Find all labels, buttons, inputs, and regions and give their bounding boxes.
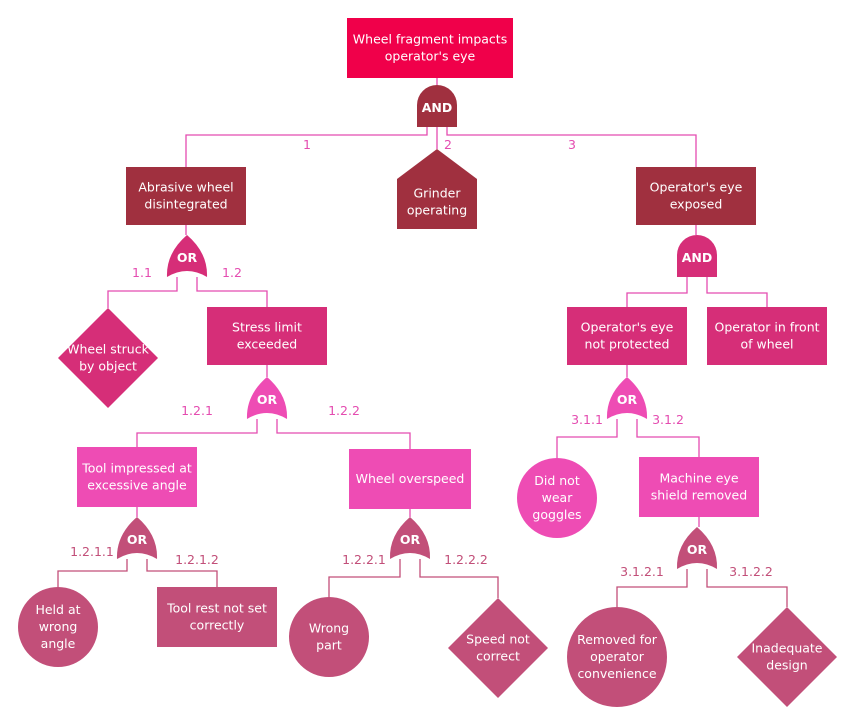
- node-label-line: Wheel struck: [67, 342, 149, 357]
- event-node-n12[interactable]: Stress limit exceeded: [207, 307, 327, 365]
- node-label-line: correctly: [190, 618, 245, 633]
- node-label-line: Speed not: [466, 632, 530, 647]
- edge-label-e1211: 1.2.1.1: [70, 544, 114, 559]
- fault-tree-diagram: Wheel fragment impacts operator's eye Abra…: [18, 18, 837, 707]
- gate-label: OR: [177, 250, 198, 265]
- and-gate-g3[interactable]: AND: [677, 235, 717, 277]
- event-node-n1211[interactable]: Held at wrong angle: [18, 587, 98, 667]
- node-label-line: shield removed: [651, 488, 747, 503]
- or-gate-g12[interactable]: OR: [246, 377, 288, 419]
- event-node-n1212[interactable]: Tool rest not set correctly: [157, 587, 277, 647]
- node-label-line: Stress limit: [232, 320, 302, 335]
- node-label-line: excessive angle: [87, 478, 187, 493]
- event-node-n1[interactable]: Abrasive wheel disintegrated: [126, 167, 246, 225]
- edge-label-e1212: 1.2.1.2: [175, 552, 219, 567]
- edge-label-e122: 1.2.2: [328, 403, 360, 418]
- node-label-line: angle: [41, 636, 76, 651]
- gate-label: OR: [127, 532, 148, 547]
- connector-line: [706, 277, 768, 307]
- node-label-line: Operator in front: [714, 320, 819, 335]
- edge-label-e312: 3.1.2: [652, 412, 684, 427]
- edge-label-e1: 1: [303, 137, 311, 152]
- edge-label-e121: 1.2.1: [181, 403, 213, 418]
- gate-label: OR: [617, 392, 638, 407]
- or-gate-g121[interactable]: OR: [116, 517, 158, 559]
- or-gate-g31[interactable]: OR: [606, 377, 648, 419]
- gate-label: AND: [682, 250, 713, 265]
- event-node-n122[interactable]: Wheel overspeed: [349, 449, 471, 509]
- node-label-line: Wheel overspeed: [356, 471, 465, 486]
- edge-label-e3: 3: [568, 137, 576, 152]
- node-label-line: not protected: [585, 337, 670, 352]
- edge-label-e311: 3.1.1: [571, 412, 603, 427]
- event-node-n32[interactable]: Operator in front of wheel: [707, 307, 827, 365]
- connector-line: [196, 277, 268, 307]
- event-node-n2[interactable]: Grinder operating: [397, 149, 477, 229]
- event-node-n1221[interactable]: Wrong part: [289, 597, 369, 677]
- node-label-line: Machine eye: [659, 471, 738, 486]
- edge-label-e2: 2: [444, 137, 452, 152]
- edge-label-e1222: 1.2.2.2: [444, 552, 488, 567]
- node-label-line: of wheel: [740, 337, 793, 352]
- event-node-n3122[interactable]: Inadequate design: [737, 607, 837, 707]
- node-label-line: Operator's eye: [581, 320, 674, 335]
- node-label-line: Tool rest not set: [166, 601, 267, 616]
- node-label-line: Removed for: [577, 632, 658, 647]
- connector-line: [626, 277, 688, 307]
- connector-line: [136, 419, 258, 447]
- and-gate-g_top[interactable]: AND: [417, 85, 457, 127]
- node-label-line: exposed: [670, 197, 723, 212]
- event-node-top[interactable]: Wheel fragment impacts operator's eye: [347, 18, 513, 78]
- event-node-n1222[interactable]: Speed not correct: [448, 598, 548, 698]
- node-label-line: correct: [476, 649, 520, 664]
- or-gate-g312[interactable]: OR: [676, 527, 718, 569]
- node-label-line: convenience: [577, 666, 656, 681]
- shapes: Wheel fragment impacts operator's eye Abra…: [18, 18, 837, 707]
- node-label-line: by object: [79, 359, 137, 374]
- event-node-n31[interactable]: Operator's eye not protected: [567, 307, 687, 365]
- node-label-line: part: [316, 638, 342, 653]
- gate-label: OR: [257, 392, 278, 407]
- edge-label-e3122: 3.1.2.2: [729, 564, 773, 579]
- node-label-line: Did not: [534, 473, 580, 488]
- event-node-n3121[interactable]: Removed for operator convenience: [567, 607, 667, 707]
- event-node-n311[interactable]: Did not wear goggles: [517, 458, 597, 538]
- node-label-line: Tool impressed at: [81, 461, 192, 476]
- edge-label-e3121: 3.1.2.1: [620, 564, 664, 579]
- gate-label: OR: [400, 532, 421, 547]
- gate-label: OR: [687, 542, 708, 557]
- event-node-n3[interactable]: Operator's eye exposed: [636, 167, 756, 225]
- node-label-line: Held at: [35, 602, 80, 617]
- node-label-line: goggles: [532, 507, 581, 522]
- node-label-line: operating: [407, 203, 467, 218]
- node-label-line: Inadequate: [751, 641, 822, 656]
- node-label-line: disintegrated: [144, 197, 227, 212]
- node-label-line: Abrasive wheel: [138, 180, 233, 195]
- event-node-n121[interactable]: Tool impressed at excessive angle: [77, 447, 197, 507]
- edge-label-e1221: 1.2.2.1: [342, 552, 386, 567]
- node-label-line: design: [766, 658, 807, 673]
- connector-line: [276, 419, 411, 449]
- connector-line: [57, 559, 128, 587]
- node-label-line: Wrong: [309, 621, 349, 636]
- node-label-line: wrong: [39, 619, 78, 634]
- gate-label: AND: [422, 100, 453, 115]
- event-node-n312[interactable]: Machine eye shield removed: [639, 457, 759, 517]
- edge-label-e12: 1.2: [222, 265, 242, 280]
- node-label-line: Operator's eye: [650, 180, 743, 195]
- node-label-line: Wheel fragment impacts: [353, 32, 507, 47]
- node-label-line: Grinder: [414, 186, 462, 201]
- or-gate-g122[interactable]: OR: [389, 517, 431, 559]
- edge-label-e11: 1.1: [132, 265, 152, 280]
- node-label-line: operator: [590, 649, 645, 664]
- node-label-line: exceeded: [237, 337, 297, 352]
- node-label-line: operator's eye: [385, 49, 476, 64]
- connector-line: [107, 277, 178, 308]
- or-gate-g1[interactable]: OR: [166, 235, 208, 277]
- node-label-line: wear: [542, 490, 574, 505]
- event-node-n11[interactable]: Wheel struck by object: [58, 308, 158, 408]
